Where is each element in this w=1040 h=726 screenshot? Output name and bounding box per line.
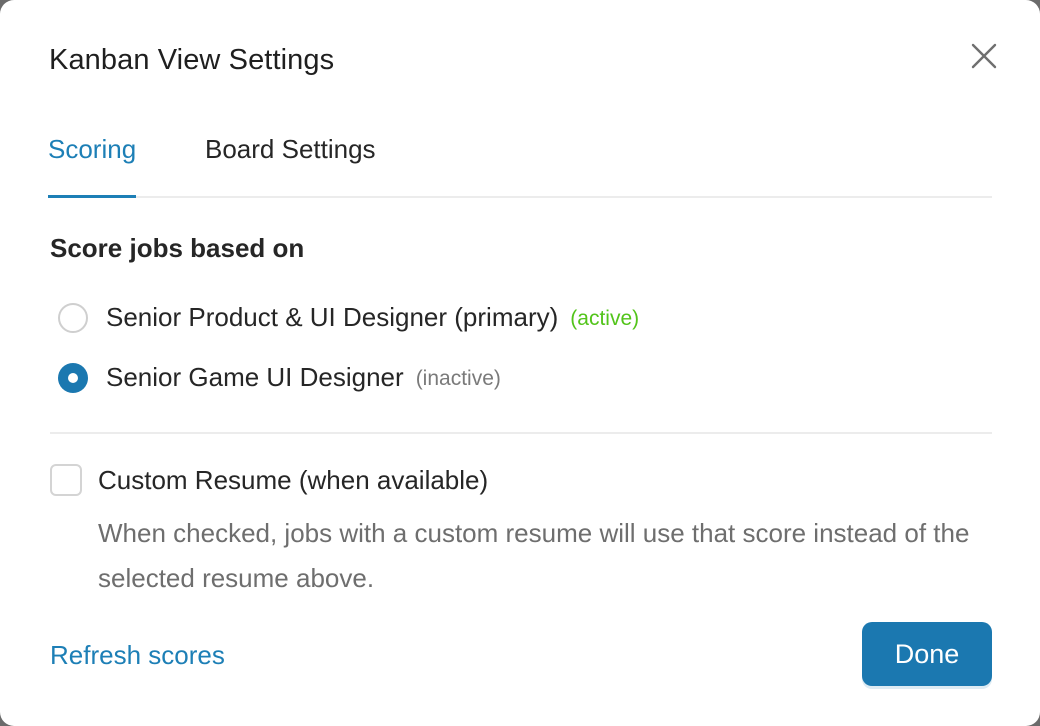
radio-button-selected[interactable] <box>58 362 88 393</box>
tab-scoring[interactable]: Scoring <box>48 134 137 198</box>
close-icon <box>971 43 997 69</box>
resume-option-label: Senior Game UI Designer <box>106 362 404 392</box>
tab-board-settings[interactable]: Board Settings <box>205 134 376 195</box>
resume-option-game-designer[interactable]: Senior Game UI Designer (inactive) <box>58 362 501 393</box>
refresh-scores-link[interactable]: Refresh scores <box>50 640 225 671</box>
resume-option-product-designer[interactable]: Senior Product & UI Designer (primary) (… <box>58 302 639 333</box>
radio-button[interactable] <box>58 302 88 333</box>
custom-resume-label: Custom Resume (when available) <box>98 464 489 495</box>
status-badge: (active) <box>570 307 640 330</box>
divider <box>50 432 992 434</box>
close-button[interactable] <box>966 38 1002 74</box>
section-title: Score jobs based on <box>50 233 305 263</box>
dialog-title: Kanban View Settings <box>49 44 335 76</box>
tab-bar: Scoring Board Settings <box>48 120 992 198</box>
custom-resume-checkbox[interactable] <box>50 464 82 496</box>
resume-option-label: Senior Product & UI Designer (primary) <box>106 302 559 332</box>
kanban-settings-dialog: Kanban View Settings Scoring Board Setti… <box>0 0 1040 726</box>
status-badge: (inactive) <box>415 367 501 390</box>
custom-resume-option[interactable]: Custom Resume (when available) <box>50 464 488 496</box>
done-button[interactable]: Done <box>862 622 992 686</box>
custom-resume-help-text: When checked, jobs with a custom resume … <box>98 518 970 593</box>
